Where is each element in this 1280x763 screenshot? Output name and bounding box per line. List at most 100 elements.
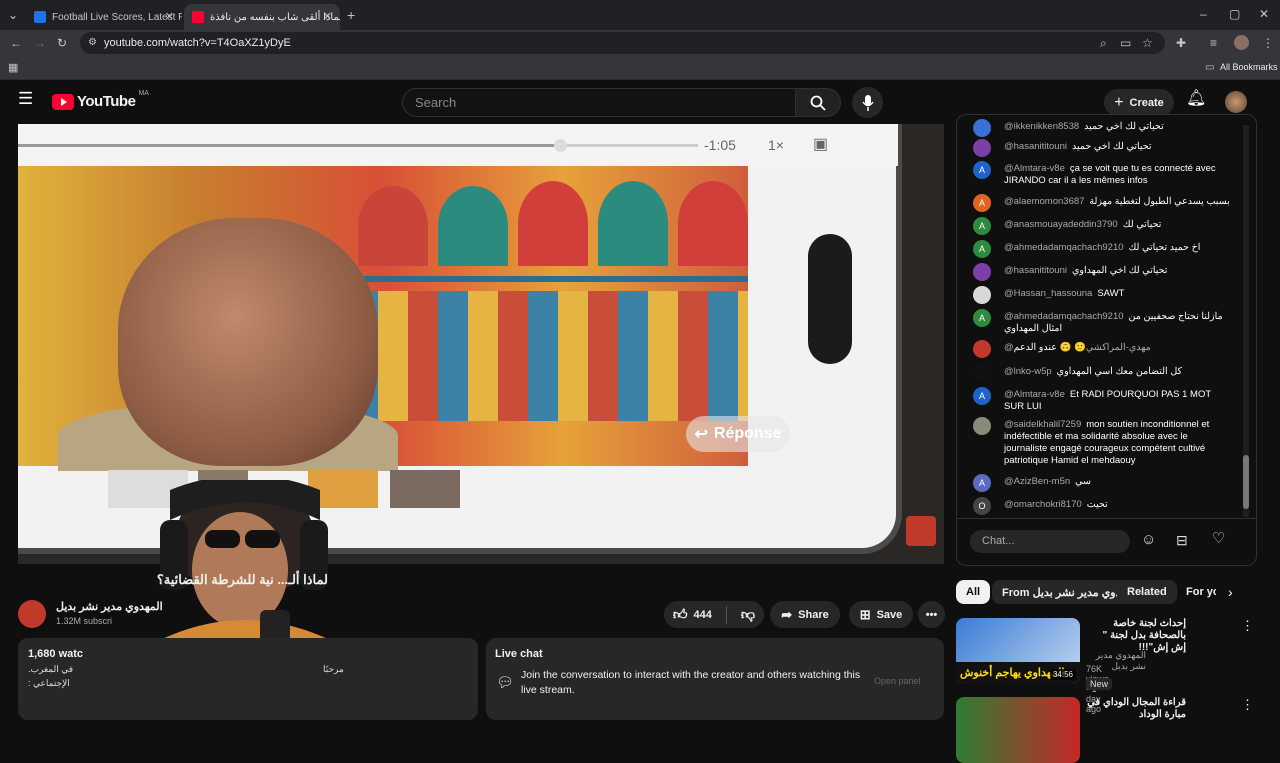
extensions-icon[interactable]: ✚ — [1176, 37, 1186, 49]
recommendation-title: إحداث لجنة خاصة بالصحافة بدل لجنة " إش إ… — [1102, 618, 1186, 653]
heart-icon[interactable]: ♡ — [1212, 531, 1225, 546]
create-button[interactable]: + Create — [1104, 89, 1174, 116]
chat-author-avatar[interactable] — [973, 139, 991, 157]
chat-author-avatar[interactable] — [973, 417, 991, 435]
reload-icon[interactable]: ↻ — [57, 37, 67, 49]
super-chat-icon[interactable]: ⊟ — [1176, 533, 1188, 547]
chat-author-avatar[interactable] — [973, 263, 991, 281]
chat-author-name[interactable]: @ahmedadamqachach9210 — [1004, 242, 1124, 253]
bookmark-star-icon[interactable]: ☆ — [1142, 37, 1153, 49]
chat-message-body: @Almtara-v8e Et RADI POURQUOI PAS 1 MOT S… — [1004, 389, 1232, 413]
site-info-icon[interactable]: ⚙ — [88, 37, 97, 49]
chat-scrollbar-thumb[interactable] — [1243, 455, 1249, 509]
phone-side-button — [808, 234, 852, 364]
share-button[interactable]: ➦ Share — [770, 601, 840, 628]
reponse-button: ↩ Réponse — [686, 416, 790, 452]
live-chat-collapsed-box: Live chat 💬︎ Join the conversation to in… — [486, 638, 944, 720]
chat-author-name[interactable]: @ahmedadamqachach9210 — [1004, 311, 1124, 322]
chat-author-name[interactable]: @saidelkhalil7259 — [1004, 419, 1081, 430]
menu-icon[interactable]: ☰ — [18, 90, 33, 107]
chat-author-name[interactable]: @anasmouayadeddin3790 — [1004, 219, 1118, 230]
maximize-icon[interactable]: ▢ — [1229, 8, 1240, 20]
profile-avatar[interactable] — [1234, 35, 1249, 50]
like-button[interactable]: 👍︎ 444 — [673, 606, 712, 623]
recommendation-thumbnail[interactable]: المهداوي يهاجم أخنوش 34:56 — [956, 618, 1080, 684]
zoom-icon[interactable]: ⌕ — [1100, 37, 1107, 49]
more-actions-button[interactable]: ••• — [918, 601, 945, 628]
chat-author-avatar[interactable]: A — [973, 309, 991, 327]
football-favicon-icon — [34, 11, 46, 23]
save-button[interactable]: ⊞ Save — [849, 601, 913, 628]
chevron-right-icon[interactable]: › — [1228, 585, 1233, 599]
tab-football[interactable]: Football Live Scores, Latest Foo ✕ — [26, 4, 182, 30]
chat-author-name[interactable]: @Almtara-v8e — [1004, 389, 1065, 400]
search-input[interactable]: Search — [402, 88, 796, 117]
recommendation-thumbnail[interactable] — [956, 697, 1080, 763]
chat-author-avatar[interactable]: O — [973, 497, 991, 515]
chat-author-name[interactable]: @lnko-w5p — [1004, 366, 1052, 377]
chat-author-name[interactable]: @AzizBen-m5n — [1004, 476, 1070, 487]
chat-message-body: @Hassan_hassouna SAWT — [1004, 288, 1232, 300]
description-box[interactable]: 1,680 watc مرحبًا في المغرب. الإجتماعي : — [18, 638, 478, 720]
channel-name[interactable]: المهدوي مدير نشر بديل — [56, 600, 163, 613]
chat-author-avatar[interactable]: A — [973, 387, 991, 405]
divider — [725, 605, 727, 624]
chat-message-body: @omarchokri8170 تحيت — [1004, 499, 1232, 511]
chat-author-avatar[interactable] — [973, 340, 991, 358]
chat-message-body: @Almtara-v8e ça se voit que tu es connect… — [1004, 163, 1232, 187]
tab-search-icon[interactable]: ⌄ — [8, 9, 18, 21]
tab-youtube[interactable]: لماذا ألقى شاب بنفسه من نافذة ✕ — [184, 4, 340, 30]
subscriber-count: 1.32M subscri — [56, 616, 113, 626]
address-bar[interactable]: ⚙ youtube.com/watch?v=T4OaXZ1yDyE ⌕ ▭ ☆ — [80, 32, 1165, 54]
divider — [957, 518, 1256, 519]
chat-author-name[interactable]: @ikkenikken8538 — [1004, 121, 1079, 132]
chat-author-avatar[interactable] — [973, 286, 991, 304]
chat-author-name[interactable]: @hasanititouni — [1004, 141, 1067, 152]
live-chat-cta: Join the conversation to interact with t… — [521, 669, 861, 696]
phone-time: -1:05 — [704, 137, 736, 153]
chat-author-name[interactable]: @alaemomon3687 — [1004, 196, 1084, 207]
chat-author-avatar[interactable]: A — [973, 194, 991, 212]
media-icon[interactable]: ≡ — [1210, 37, 1217, 49]
chip-for-you[interactable]: For yo — [1176, 580, 1216, 604]
browser-menu-icon[interactable]: ⋮ — [1262, 37, 1274, 49]
chat-author-avatar[interactable] — [973, 119, 991, 137]
chat-author-name[interactable]: @Almtara-v8e — [1004, 163, 1065, 174]
chat-author-name[interactable]: @omarchokri8170 — [1004, 499, 1082, 510]
chat-author-avatar[interactable]: A — [973, 161, 991, 179]
more-icon[interactable]: ⋮ — [1241, 698, 1254, 711]
chat-author-avatar[interactable]: A — [973, 240, 991, 258]
youtube-logo[interactable]: YouTube MA — [52, 90, 149, 110]
chat-author-avatar[interactable]: A — [973, 217, 991, 235]
phone-speed: 1× — [768, 137, 784, 153]
live-chat-panel: @ikkenikken8538 تحياتي لك اخي حميد @hasani… — [956, 114, 1257, 566]
cast-icon[interactable]: ▭ — [1120, 37, 1131, 49]
account-avatar[interactable] — [1225, 91, 1247, 113]
chat-author-name[interactable]: @Hassan_hassouna — [1004, 288, 1092, 299]
window-close-icon[interactable]: ✕ — [1259, 8, 1269, 20]
more-icon[interactable]: ⋮ — [1241, 619, 1254, 632]
back-icon[interactable]: ← — [10, 37, 22, 49]
new-tab-icon[interactable]: + — [347, 8, 355, 22]
open-panel-button[interactable]: Open panel — [874, 676, 921, 686]
chat-input[interactable]: Chat... — [970, 530, 1130, 553]
thumbs-down-icon[interactable]: 👎︎ — [741, 606, 755, 623]
chip-related[interactable]: Related — [1117, 580, 1177, 604]
channel-avatar[interactable] — [18, 600, 46, 628]
emoji-icon[interactable]: ☺ — [1141, 532, 1156, 547]
apps-grid-icon[interactable]: ▦ — [8, 62, 18, 74]
chat-author-avatar[interactable] — [973, 364, 991, 382]
voice-search-button[interactable] — [852, 87, 883, 118]
minimize-icon[interactable]: – — [1200, 8, 1207, 20]
chip-all[interactable]: All — [956, 580, 991, 604]
logo-text: YouTube — [77, 93, 136, 110]
close-icon[interactable]: ✕ — [323, 10, 332, 23]
chat-author-avatar[interactable]: A — [973, 474, 991, 492]
channel-watermark-icon — [906, 516, 936, 546]
all-bookmarks-label[interactable]: All Bookmarks — [1220, 62, 1278, 72]
chat-author-name[interactable]: @hasanititouni — [1004, 265, 1067, 276]
search-button[interactable] — [795, 88, 841, 117]
forward-icon[interactable]: → — [34, 37, 46, 49]
close-icon[interactable]: ✕ — [165, 10, 174, 23]
notifications-bell-icon[interactable]: 🔔︎ — [1186, 91, 1206, 107]
